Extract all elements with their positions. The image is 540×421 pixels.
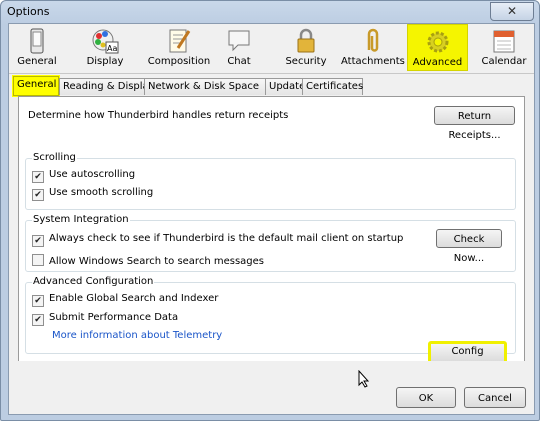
- toolbar-security-label: Security: [285, 56, 327, 67]
- dialog-footer: OK Cancel: [9, 361, 534, 414]
- mouse-pointer-icon: [358, 370, 370, 388]
- toolbar-general[interactable]: General: [11, 24, 63, 71]
- toolbar-security[interactable]: Security: [283, 24, 329, 71]
- perf-data-checkbox[interactable]: ✔: [32, 314, 44, 326]
- toolbar-general-label: General: [17, 56, 57, 67]
- default-client-option[interactable]: ✔ Always check to see if Thunderbird is t…: [32, 233, 403, 247]
- toolbar-attachments-label: Attachments: [341, 56, 405, 67]
- paperclip-icon: [367, 28, 379, 52]
- cancel-button[interactable]: Cancel: [464, 387, 526, 408]
- autoscroll-checkbox[interactable]: ✔: [32, 171, 44, 183]
- tab-network-disk-space[interactable]: Network & Disk Space: [144, 78, 268, 95]
- gear-icon: [427, 31, 448, 53]
- smooth-scroll-checkbox[interactable]: ✔: [32, 189, 44, 201]
- windows-search-option[interactable]: Allow Windows Search to search messages: [32, 254, 264, 267]
- toolbar-chat[interactable]: Chat: [221, 24, 257, 71]
- global-search-option[interactable]: ✔ Enable Global Search and Indexer: [32, 293, 218, 307]
- toolbar-calendar[interactable]: Calendar: [480, 24, 528, 71]
- toolbar-chat-label: Chat: [227, 56, 251, 67]
- pen-paper-icon: [169, 29, 191, 53]
- default-client-label: Always check to see if Thunderbird is th…: [49, 233, 404, 244]
- perf-data-label: Submit Performance Data: [49, 312, 179, 323]
- default-client-checkbox[interactable]: ✔: [32, 235, 44, 247]
- toolbar-advanced-label: Advanced: [412, 57, 463, 68]
- advanced-configuration-title: Advanced Configuration: [32, 276, 155, 287]
- check-now-button[interactable]: Check Now...: [436, 229, 502, 264]
- global-search-checkbox[interactable]: ✔: [32, 295, 44, 307]
- windows-search-checkbox[interactable]: [32, 254, 44, 266]
- tab-general[interactable]: General: [12, 75, 60, 97]
- global-search-label: Enable Global Search and Indexer: [49, 293, 219, 304]
- advanced-configuration-group: Advanced Configuration ✔ Enable Global Se…: [25, 276, 516, 372]
- autoscroll-label: Use autoscrolling: [49, 169, 136, 180]
- window-title: Options: [7, 5, 50, 18]
- category-toolbar: General Aa Display Composition Chat Secu…: [9, 24, 534, 74]
- tab-update[interactable]: Update: [265, 78, 306, 95]
- toolbar-calendar-label: Calendar: [481, 56, 527, 67]
- autoscroll-option[interactable]: ✔ Use autoscrolling: [32, 169, 135, 183]
- close-button[interactable]: ✕: [490, 2, 534, 21]
- tab-certificates[interactable]: Certificates: [302, 78, 363, 95]
- chat-bubble-icon: [228, 30, 250, 52]
- general-tab-panel: Determine how Thunderbird handles return…: [18, 96, 525, 372]
- smooth-scroll-option[interactable]: ✔ Use smooth scrolling: [32, 187, 153, 201]
- toolbar-display-label: Display: [86, 56, 124, 67]
- system-integration-group: System Integration ✔ Always check to see …: [25, 214, 516, 272]
- system-integration-title: System Integration: [32, 214, 130, 225]
- toolbar-composition[interactable]: Composition: [143, 24, 215, 71]
- svg-text:Aa: Aa: [107, 44, 117, 53]
- perf-data-option[interactable]: ✔ Submit Performance Data: [32, 312, 178, 326]
- smooth-scroll-label: Use smooth scrolling: [49, 187, 154, 198]
- phone-icon: [30, 28, 44, 54]
- palette-icon: Aa: [92, 29, 119, 54]
- options-window: Options ✕ General Aa Display Composition…: [0, 0, 540, 421]
- scrolling-group: Scrolling ✔ Use autoscrolling ✔ Use smooth…: [25, 152, 516, 210]
- dialog-client: General Aa Display Composition Chat Secu…: [8, 23, 535, 415]
- tab-reading-display[interactable]: Reading & Display: [59, 78, 155, 95]
- windows-search-label: Allow Windows Search to search messages: [49, 256, 264, 267]
- toolbar-composition-label: Composition: [147, 56, 211, 67]
- scrolling-title: Scrolling: [32, 152, 77, 163]
- receipts-text: Determine how Thunderbird handles return…: [28, 110, 289, 121]
- toolbar-advanced[interactable]: Advanced: [407, 24, 468, 71]
- toolbar-display[interactable]: Aa Display: [77, 24, 133, 71]
- telemetry-link[interactable]: More information about Telemetry: [52, 330, 222, 341]
- ok-button[interactable]: OK: [396, 387, 456, 408]
- padlock-icon: [297, 28, 315, 53]
- calendar-icon: [493, 30, 515, 53]
- toolbar-attachments[interactable]: Attachments: [341, 24, 405, 71]
- return-receipts-button[interactable]: Return Receipts...: [434, 106, 515, 141]
